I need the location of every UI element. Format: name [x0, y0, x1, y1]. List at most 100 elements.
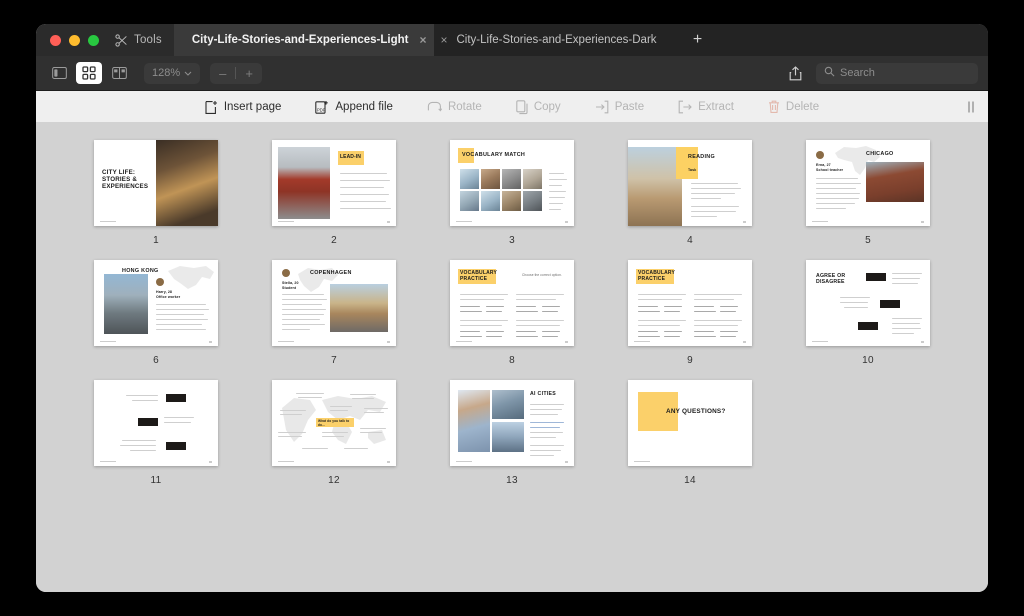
zoom-level-dropdown[interactable]: 128%: [144, 62, 201, 84]
page-thumbnail-9[interactable]: VOCABULARY PRACTICE: [628, 260, 752, 346]
page-cell-11[interactable]: 11: [67, 380, 245, 486]
page-thumbnail-4[interactable]: READING Task: [628, 140, 752, 226]
page-thumbnail-3[interactable]: VOCABULARY MATCH: [450, 140, 574, 226]
page-number-2: 2: [331, 235, 337, 246]
page-2-title: LEAD-IN: [340, 154, 361, 160]
append-file-button[interactable]: PDF Append file: [298, 100, 410, 115]
page-thumbnail-1[interactable]: CITY LIFE: STORIES & EXPERIENCES: [94, 140, 218, 226]
page-7-title: COPENHAGEN: [310, 270, 352, 276]
page-number-5: 5: [865, 235, 871, 246]
share-icon[interactable]: [779, 65, 812, 81]
page-number-3: 3: [509, 235, 515, 246]
page-cell-14[interactable]: ANY QUESTIONS? 14: [601, 380, 779, 486]
page-6-role: Office worker: [156, 295, 181, 299]
page-number-11: 11: [150, 475, 162, 486]
page-number-13: 13: [506, 475, 518, 486]
tab-dark-close-icon[interactable]: ×: [440, 34, 447, 46]
rotate-button[interactable]: Rotate: [410, 101, 499, 114]
extract-button[interactable]: Extract: [661, 100, 751, 114]
page-thumbnail-10[interactable]: AGREE OR DISAGREE: [806, 260, 930, 346]
grid-view-icon[interactable]: [76, 62, 102, 84]
page-cell-empty-1: [779, 380, 957, 486]
append-file-label: Append file: [335, 101, 393, 113]
chevron-down-icon: [184, 67, 192, 79]
page-thumbnail-13[interactable]: AI CITIES: [450, 380, 574, 466]
maximize-window-button[interactable]: [88, 34, 99, 46]
page-cell-1[interactable]: CITY LIFE: STORIES & EXPERIENCES 1: [67, 140, 245, 246]
page-number-4: 4: [687, 235, 693, 246]
new-tab-button[interactable]: +: [674, 24, 721, 56]
toolbar-grip-handle[interactable]: [968, 101, 974, 113]
tab-dark[interactable]: × City-Life-Stories-and-Experiences-Dark: [434, 24, 675, 56]
sidebar-icon[interactable]: [46, 62, 72, 84]
tools-label: Tools: [134, 34, 162, 46]
page-10-title: AGREE OR DISAGREE: [816, 273, 846, 285]
page-number-8: 8: [509, 355, 515, 366]
page-cell-5[interactable]: Erna, 27 School teacher CHICAGO 5: [779, 140, 957, 246]
page-cell-6[interactable]: HONG KONG Harry, 28 Office worker 6: [67, 260, 245, 366]
page-cell-7[interactable]: Stella, 20 Student COPENHAGEN 7: [245, 260, 423, 366]
tools-button[interactable]: Tools: [111, 24, 174, 56]
search-placeholder: Search: [840, 67, 875, 79]
rotate-icon: [427, 101, 442, 114]
tab-dark-title: City-Life-Stories-and-Experiences-Dark: [456, 34, 657, 46]
page-thumbnail-2[interactable]: LEAD-IN: [272, 140, 396, 226]
tab-light-title: City-Life-Stories-and-Experiences-Light: [191, 34, 409, 46]
page-thumbnail-14[interactable]: ANY QUESTIONS?: [628, 380, 752, 466]
page-thumbnail-6[interactable]: HONG KONG Harry, 28 Office worker: [94, 260, 218, 346]
page-10-badge-1: [866, 273, 886, 281]
main-toolbar: 128% – + Search: [36, 56, 988, 91]
page-number-1: 1: [153, 235, 159, 246]
page-6-person: Harry, 28: [156, 290, 173, 294]
page-5-role: School teacher: [816, 168, 844, 172]
page-number-12: 12: [328, 475, 340, 486]
page-number-10: 10: [862, 355, 874, 366]
page-3-title: VOCABULARY MATCH: [462, 152, 526, 158]
page-thumbnail-12[interactable]: What do you talk to do...: [272, 380, 396, 466]
page-4-title: READING: [688, 154, 715, 160]
zoom-out-button[interactable]: –: [210, 63, 235, 84]
page-cell-8[interactable]: VOCABULARY PRACTICE Choose the correct o…: [423, 260, 601, 366]
delete-button[interactable]: Delete: [751, 100, 836, 114]
insert-page-icon: [205, 100, 218, 115]
page-11-badge-2: [138, 418, 158, 426]
copy-button[interactable]: Copy: [499, 99, 578, 115]
paste-button[interactable]: Paste: [578, 100, 661, 114]
page-10-badge-2: [880, 300, 900, 308]
page-thumbnail-11[interactable]: [94, 380, 218, 466]
page-thumbnail-5[interactable]: Erna, 27 School teacher CHICAGO: [806, 140, 930, 226]
page-cell-4[interactable]: READING Task 4: [601, 140, 779, 246]
page-13-title: AI CITIES: [530, 391, 557, 397]
search-input[interactable]: Search: [816, 62, 978, 84]
page-cell-2[interactable]: LEAD-IN 2: [245, 140, 423, 246]
page-thumbnail-8[interactable]: VOCABULARY PRACTICE Choose the correct o…: [450, 260, 574, 346]
page-cell-13[interactable]: AI CITIES 13: [423, 380, 601, 486]
zoom-stepper[interactable]: – +: [210, 62, 262, 84]
copy-icon: [516, 99, 528, 115]
tab-light-close-icon[interactable]: ×: [419, 34, 426, 46]
page-cell-9[interactable]: VOCABULARY PRACTICE 9: [601, 260, 779, 366]
append-file-icon: PDF: [315, 100, 329, 115]
pdf-window: Tools City-Life-Stories-and-Experiences-…: [36, 24, 988, 592]
page-thumbnail-canvas[interactable]: CITY LIFE: STORIES & EXPERIENCES 1 LEAD-…: [36, 122, 988, 592]
page-14-title: ANY QUESTIONS?: [666, 408, 726, 415]
extract-label: Extract: [698, 101, 734, 113]
split-view-icon[interactable]: [106, 62, 132, 84]
page-number-7: 7: [331, 355, 337, 366]
tab-light[interactable]: City-Life-Stories-and-Experiences-Light …: [173, 24, 435, 56]
page-cell-10[interactable]: AGREE OR DISAGREE 10: [779, 260, 957, 366]
page-grid: CITY LIFE: STORIES & EXPERIENCES 1 LEAD-…: [36, 140, 988, 486]
extract-icon: [678, 100, 692, 114]
page-cell-12[interactable]: What do you talk to do... 12: [245, 380, 423, 486]
page-cell-3[interactable]: VOCABULARY MATCH 3: [423, 140, 601, 246]
page-8-title: VOCABULARY PRACTICE: [460, 270, 498, 282]
insert-page-button[interactable]: Insert page: [188, 100, 299, 115]
close-window-button[interactable]: [50, 34, 61, 46]
page-12-center-label: What do you talk to do...: [318, 419, 350, 427]
page-thumbnail-7[interactable]: Stella, 20 Student COPENHAGEN: [272, 260, 396, 346]
svg-text:PDF: PDF: [317, 107, 326, 112]
search-icon: [824, 66, 835, 80]
zoom-in-button[interactable]: +: [236, 63, 262, 84]
page-number-9: 9: [687, 355, 693, 366]
minimize-window-button[interactable]: [69, 34, 80, 46]
